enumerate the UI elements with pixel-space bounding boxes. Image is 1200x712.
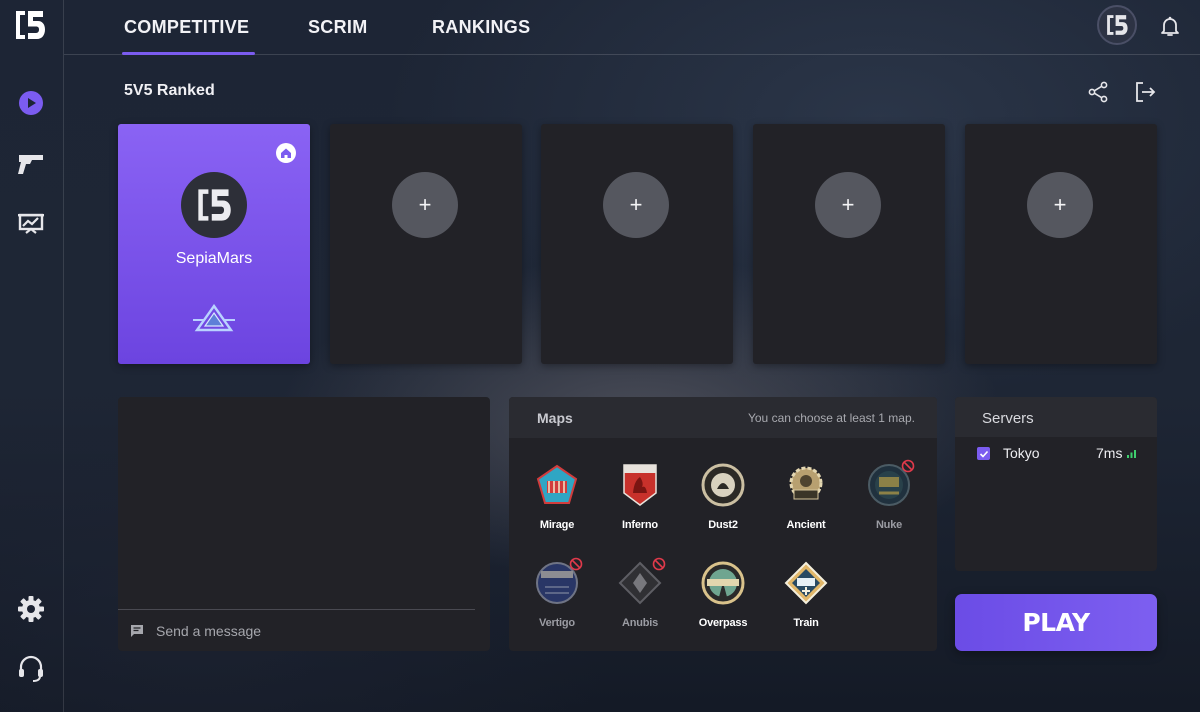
maps-hint: You can choose at least 1 map. [747, 411, 915, 425]
servers-header: Servers [955, 397, 1157, 437]
train-badge-icon [784, 561, 828, 605]
gear-icon[interactable] [16, 594, 46, 624]
map-name: Train [793, 617, 819, 629]
check-icon [979, 450, 988, 458]
user-avatar[interactable] [1097, 5, 1137, 45]
map-train[interactable]: Train [776, 561, 836, 647]
chat-divider [118, 609, 475, 610]
server-name: Tokyo [1003, 445, 1040, 461]
host-home-icon [276, 143, 296, 163]
dust2-badge-icon [701, 463, 745, 507]
empty-slot-4: + [753, 124, 945, 364]
tab-competitive[interactable]: COMPETITIVE [121, 0, 256, 55]
invite-button[interactable]: + [603, 172, 669, 238]
chat-panel: Send a message [118, 397, 490, 651]
empty-slot-2: + [330, 124, 522, 364]
headset-icon[interactable] [16, 654, 46, 684]
map-inferno[interactable]: Inferno [610, 463, 670, 549]
mirage-badge-icon [536, 464, 578, 504]
servers-title: Servers [982, 410, 1034, 427]
player-avatar [181, 172, 247, 238]
page-title: 5V5 Ranked [124, 82, 215, 99]
bell-icon[interactable] [1158, 14, 1182, 38]
server-row[interactable]: Tokyo 7ms [977, 445, 1139, 463]
inferno-badge-icon [623, 464, 657, 506]
app-logo[interactable] [14, 8, 46, 42]
chat-input[interactable]: Send a message [130, 619, 470, 643]
share-icon[interactable] [1086, 80, 1110, 104]
player-name: SepiaMars [175, 250, 253, 267]
invite-button[interactable]: + [392, 172, 458, 238]
empty-slot-5: + [965, 124, 1157, 364]
ban-icon [901, 459, 915, 473]
map-name: Vertigo [539, 617, 575, 629]
map-name: Anubis [621, 617, 659, 629]
signal-icon [1127, 450, 1136, 458]
maps-header: Maps You can choose at least 1 map. [509, 397, 937, 438]
map-name: Overpass [698, 617, 748, 629]
play-icon[interactable] [16, 88, 46, 118]
maps-title: Maps [537, 410, 573, 426]
empty-slot-3: + [541, 124, 733, 364]
chat-placeholder: Send a message [156, 623, 262, 639]
map-name: Ancient [786, 519, 826, 531]
rank-emblem-icon [191, 303, 237, 332]
map-name: Mirage [539, 519, 575, 531]
invite-button[interactable]: + [815, 172, 881, 238]
ban-icon [652, 557, 666, 571]
ancient-badge-icon [789, 466, 823, 500]
server-checkbox[interactable] [977, 447, 990, 460]
map-vertigo[interactable]: Vertigo [527, 557, 587, 647]
ban-icon [569, 557, 583, 571]
stats-board-icon[interactable] [16, 209, 46, 239]
map-overpass[interactable]: Overpass [693, 561, 753, 647]
maps-panel: Maps You can choose at least 1 map. Mira… [509, 397, 937, 651]
map-name: Inferno [622, 519, 658, 531]
play-button[interactable]: PLAY [955, 594, 1157, 651]
tab-rankings[interactable]: RANKINGS [432, 0, 530, 55]
map-nuke[interactable]: Nuke [859, 459, 919, 549]
map-name: Nuke [875, 519, 903, 531]
map-dust2[interactable]: Dust2 [693, 463, 753, 549]
invite-button[interactable]: + [1027, 172, 1093, 238]
map-anubis[interactable]: Anubis [610, 557, 670, 647]
gun-icon[interactable] [16, 149, 46, 179]
servers-panel: Servers Tokyo 7ms [955, 397, 1157, 571]
top-nav: COMPETITIVE SCRIM RANKINGS [64, 0, 1200, 55]
player-slot-1[interactable]: SepiaMars [118, 124, 310, 364]
sidebar [0, 0, 64, 712]
server-ping: 7ms [1096, 445, 1123, 461]
overpass-badge-icon [701, 561, 745, 605]
map-ancient[interactable]: Ancient [776, 463, 836, 549]
map-name: Dust2 [708, 519, 738, 531]
message-icon [131, 625, 143, 637]
leave-icon[interactable] [1133, 80, 1157, 104]
tab-scrim[interactable]: SCRIM [308, 0, 368, 55]
map-mirage[interactable]: Mirage [527, 463, 587, 549]
